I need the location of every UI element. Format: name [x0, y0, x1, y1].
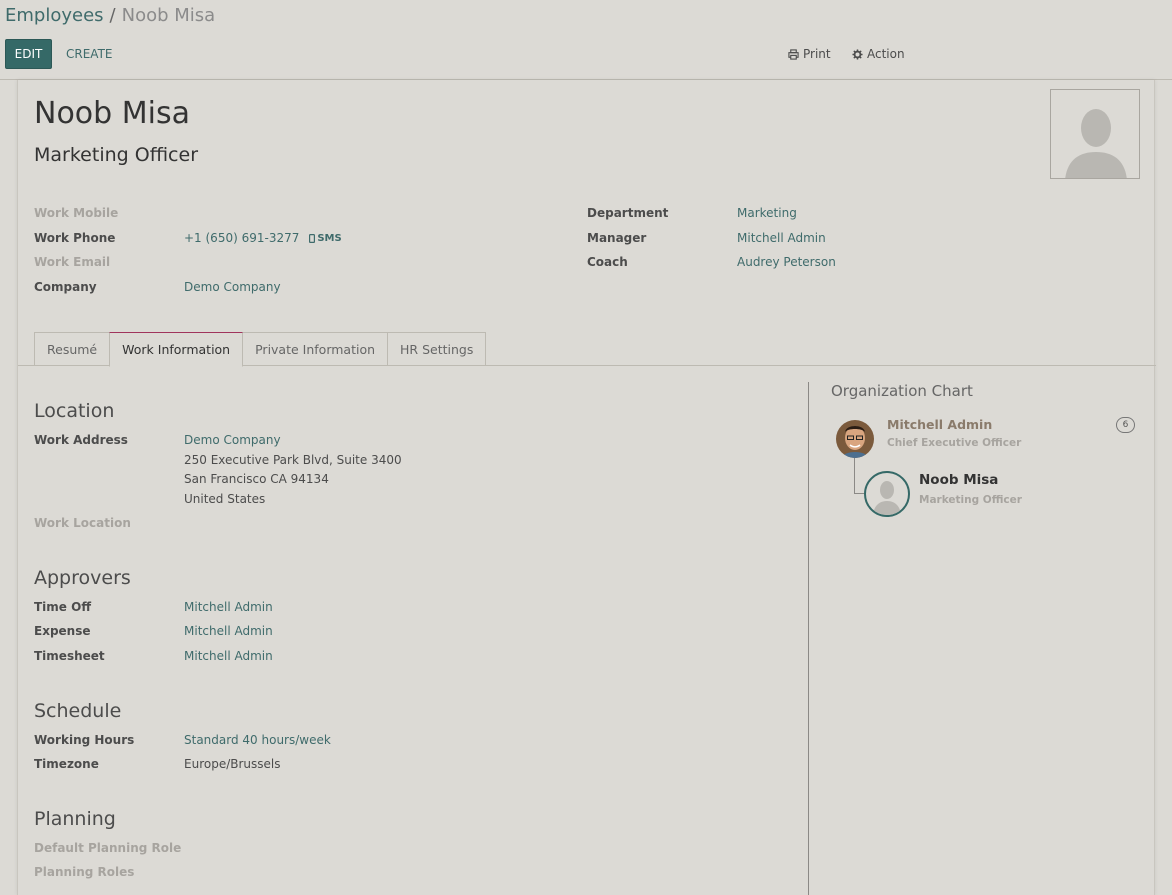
sms-label: SMS — [317, 232, 342, 244]
employee-avatar[interactable] — [1050, 89, 1140, 179]
work-phone-row: Work Phone +1 (650) 691-3277 SMS — [34, 231, 342, 245]
self-job: Marketing Officer — [919, 494, 1022, 506]
mobile-icon — [309, 233, 316, 243]
planning-section-title: Planning — [34, 808, 116, 830]
company-label: Company — [34, 280, 97, 294]
breadcrumb-separator: / — [109, 5, 116, 26]
working-hours-value[interactable]: Standard 40 hours/week — [184, 733, 331, 747]
department-label: Department — [587, 206, 669, 220]
manager-row: Manager Mitchell Admin — [587, 231, 826, 245]
manager-job: Chief Executive Officer — [887, 437, 1022, 449]
time-off-label: Time Off — [34, 600, 92, 614]
department-value[interactable]: Marketing — [737, 206, 797, 220]
person-placeholder-icon — [873, 481, 901, 515]
work-address-country: United States — [184, 491, 266, 506]
manager-avatar[interactable] — [836, 420, 874, 458]
planning-roles-row: Planning Roles — [34, 865, 184, 879]
self-avatar[interactable] — [864, 471, 910, 517]
default-planning-role-row: Default Planning Role — [34, 841, 181, 855]
action-label: Action — [867, 47, 905, 61]
gear-icon — [852, 48, 863, 60]
employee-name: Noob Misa — [34, 96, 190, 131]
expense-value[interactable]: Mitchell Admin — [184, 624, 273, 638]
work-location-label: Work Location — [34, 516, 131, 530]
manager-subordinates-count[interactable]: 6 — [1116, 417, 1135, 433]
company-value[interactable]: Demo Company — [184, 280, 281, 294]
work-address-city: San Francisco CA 94134 — [184, 472, 329, 486]
expense-row: Expense Mitchell Admin — [34, 624, 273, 638]
working-hours-row: Working Hours Standard 40 hours/week — [34, 733, 331, 747]
manager-photo-icon — [836, 420, 874, 458]
print-label: Print — [803, 47, 831, 61]
manager-label: Manager — [587, 231, 647, 245]
manager-value[interactable]: Mitchell Admin — [737, 231, 826, 245]
breadcrumb-employees-link[interactable]: Employees — [5, 5, 104, 26]
work-address-block: Demo Company 250 Executive Park Blvd, Su… — [184, 431, 402, 509]
work-email-row: Work Email — [34, 255, 184, 269]
tab-resume[interactable]: Resumé — [34, 332, 111, 366]
work-email-label: Work Email — [34, 255, 111, 269]
timezone-row: Timezone Europe/Brussels — [34, 757, 281, 771]
coach-value[interactable]: Audrey Peterson — [737, 255, 836, 269]
work-mobile-row: Work Mobile — [34, 206, 184, 220]
work-phone-label: Work Phone — [34, 231, 116, 245]
person-placeholder-icon — [1065, 109, 1127, 178]
work-address-label: Work Address — [34, 433, 128, 447]
work-phone-value[interactable]: +1 (650) 691-3277 — [184, 231, 299, 245]
employee-job-title: Marketing Officer — [34, 144, 199, 166]
tab-private-information[interactable]: Private Information — [242, 332, 389, 366]
control-panel: Employees / Noob Misa EDIT CREATE Print Ac… — [0, 0, 1172, 80]
work-address-row: Work Address Demo Company 250 Executive … — [34, 433, 402, 509]
notebook-tabs: Resumé Work Information Private Informat… — [34, 332, 487, 367]
location-section-title: Location — [34, 400, 115, 422]
work-mobile-label: Work Mobile — [34, 206, 119, 220]
time-off-value[interactable]: Mitchell Admin — [184, 600, 273, 614]
time-off-row: Time Off Mitchell Admin — [34, 600, 273, 614]
work-location-row: Work Location — [34, 516, 184, 530]
coach-label: Coach — [587, 255, 628, 269]
print-icon — [788, 48, 799, 60]
sms-button[interactable]: SMS — [309, 231, 342, 245]
working-hours-label: Working Hours — [34, 733, 135, 747]
manager-name[interactable]: Mitchell Admin — [887, 417, 992, 432]
create-button[interactable]: CREATE — [62, 39, 117, 69]
timezone-value[interactable]: Europe/Brussels — [184, 757, 281, 771]
expense-label: Expense — [34, 624, 91, 638]
planning-roles-label: Planning Roles — [34, 865, 135, 879]
breadcrumb: Employees / Noob Misa — [5, 5, 215, 26]
self-name: Noob Misa — [919, 472, 999, 488]
org-chart-divider — [808, 382, 809, 895]
timesheet-row: Timesheet Mitchell Admin — [34, 649, 273, 663]
print-button[interactable]: Print — [788, 39, 831, 69]
timezone-label: Timezone — [34, 757, 99, 771]
timesheet-label: Timesheet — [34, 649, 105, 663]
org-chart-title: Organization Chart — [831, 382, 973, 400]
approvers-section-title: Approvers — [34, 567, 131, 589]
tab-work-information[interactable]: Work Information — [109, 332, 244, 367]
edit-button[interactable]: EDIT — [5, 39, 52, 69]
breadcrumb-current: Noob Misa — [121, 5, 216, 26]
timesheet-value[interactable]: Mitchell Admin — [184, 649, 273, 663]
action-button[interactable]: Action — [852, 39, 905, 69]
work-address-street: 250 Executive Park Blvd, Suite 3400 — [184, 452, 402, 467]
company-row: Company Demo Company — [34, 280, 281, 294]
department-row: Department Marketing — [587, 206, 797, 220]
coach-row: Coach Audrey Peterson — [587, 255, 836, 269]
employee-form-sheet: Noob Misa Marketing Officer Work Mobile … — [17, 80, 1156, 895]
work-address-company[interactable]: Demo Company — [184, 431, 402, 451]
default-planning-role-label: Default Planning Role — [34, 841, 182, 855]
tab-hr-settings[interactable]: HR Settings — [387, 332, 487, 366]
schedule-section-title: Schedule — [34, 700, 122, 722]
